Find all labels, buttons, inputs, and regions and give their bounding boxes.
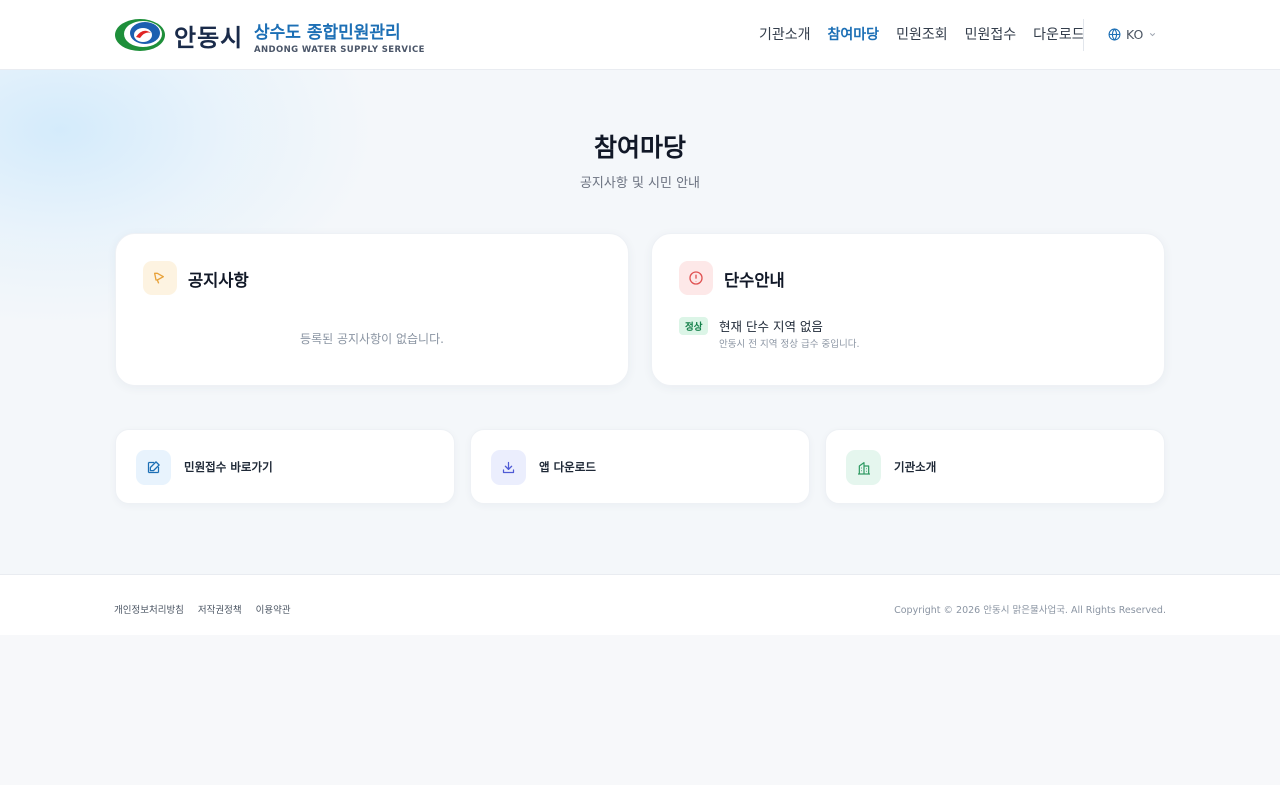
megaphone-icon <box>143 261 177 295</box>
service-subtitle: ANDONG WATER SUPPLY SERVICE <box>254 45 425 55</box>
copyright-text: Copyright © 2026 안동시 맑은물사업국. All Rights … <box>894 605 1166 616</box>
main-nav: 기관소개 참여마당 민원조회 민원접수 다운로드 <box>759 24 1102 44</box>
footer-link-privacy[interactable]: 개인정보처리방침 <box>114 602 184 616</box>
notice-empty-text: 등록된 공지사항이 없습니다. <box>300 332 444 346</box>
site-footer: 개인정보처리방침 저작권정책 이용약관 Copyright © 2026 안동시… <box>0 574 1280 635</box>
language-label: KO <box>1126 27 1144 42</box>
quick-link-application[interactable]: 민원접수 바로가기 <box>115 429 455 504</box>
globe-icon <box>1108 28 1121 41</box>
quick-link-about[interactable]: 기관소개 <box>825 429 1165 504</box>
nav-item-participation[interactable]: 참여마당 <box>828 24 880 44</box>
quick-link-app-download[interactable]: 앱 다운로드 <box>470 429 810 504</box>
logo-city-name: 안동시 <box>174 23 244 52</box>
outage-status-desc: 안동시 전 지역 정상 급수 중입니다. <box>719 339 860 350</box>
water-outage-title: 단수안내 <box>724 271 785 290</box>
water-outage-card: 단수안내 정상 현재 단수 지역 없음 안동시 전 지역 정상 급수 중입니다. <box>651 233 1165 386</box>
alert-circle-icon <box>679 261 713 295</box>
footer-link-terms[interactable]: 이용약관 <box>256 602 291 616</box>
chevron-down-icon <box>1150 33 1156 37</box>
nav-item-inquiry[interactable]: 민원조회 <box>896 24 948 44</box>
notice-card: 공지사항 등록된 공지사항이 없습니다. <box>115 233 629 386</box>
city-emblem-icon <box>114 18 166 52</box>
footer-link-copyright-policy[interactable]: 저작권정책 <box>198 602 242 616</box>
language-selector[interactable]: KO <box>1108 27 1162 42</box>
quick-link-label: 기관소개 <box>894 460 937 474</box>
nav-divider <box>1083 19 1084 51</box>
page-subtitle: 공지사항 및 시민 안내 <box>579 176 701 191</box>
service-title: 상수도 종합민원관리 <box>254 23 401 43</box>
logo-text: 상수도 종합민원관리 ANDONG WATER SUPPLY SERVICE <box>254 18 425 55</box>
download-icon <box>491 450 526 485</box>
nav-item-download[interactable]: 다운로드 <box>1033 24 1085 44</box>
edit-icon <box>136 450 171 485</box>
footer-links: 개인정보처리방침 저작권정책 이용약관 <box>114 602 305 616</box>
status-badge: 정상 <box>679 317 709 335</box>
notice-title: 공지사항 <box>188 271 249 290</box>
nav-item-about[interactable]: 기관소개 <box>759 24 811 44</box>
quick-link-label: 민원접수 바로가기 <box>184 460 273 474</box>
site-header: 안동시 상수도 종합민원관리 ANDONG WATER SUPPLY SERVI… <box>0 0 1280 70</box>
page-title: 참여마당 <box>593 133 686 162</box>
nav-item-application[interactable]: 민원접수 <box>965 24 1017 44</box>
quick-link-label: 앱 다운로드 <box>539 460 596 474</box>
outage-status-title: 현재 단수 지역 없음 <box>719 319 823 334</box>
building-icon <box>846 450 881 485</box>
site-logo[interactable]: 안동시 <box>114 17 243 53</box>
